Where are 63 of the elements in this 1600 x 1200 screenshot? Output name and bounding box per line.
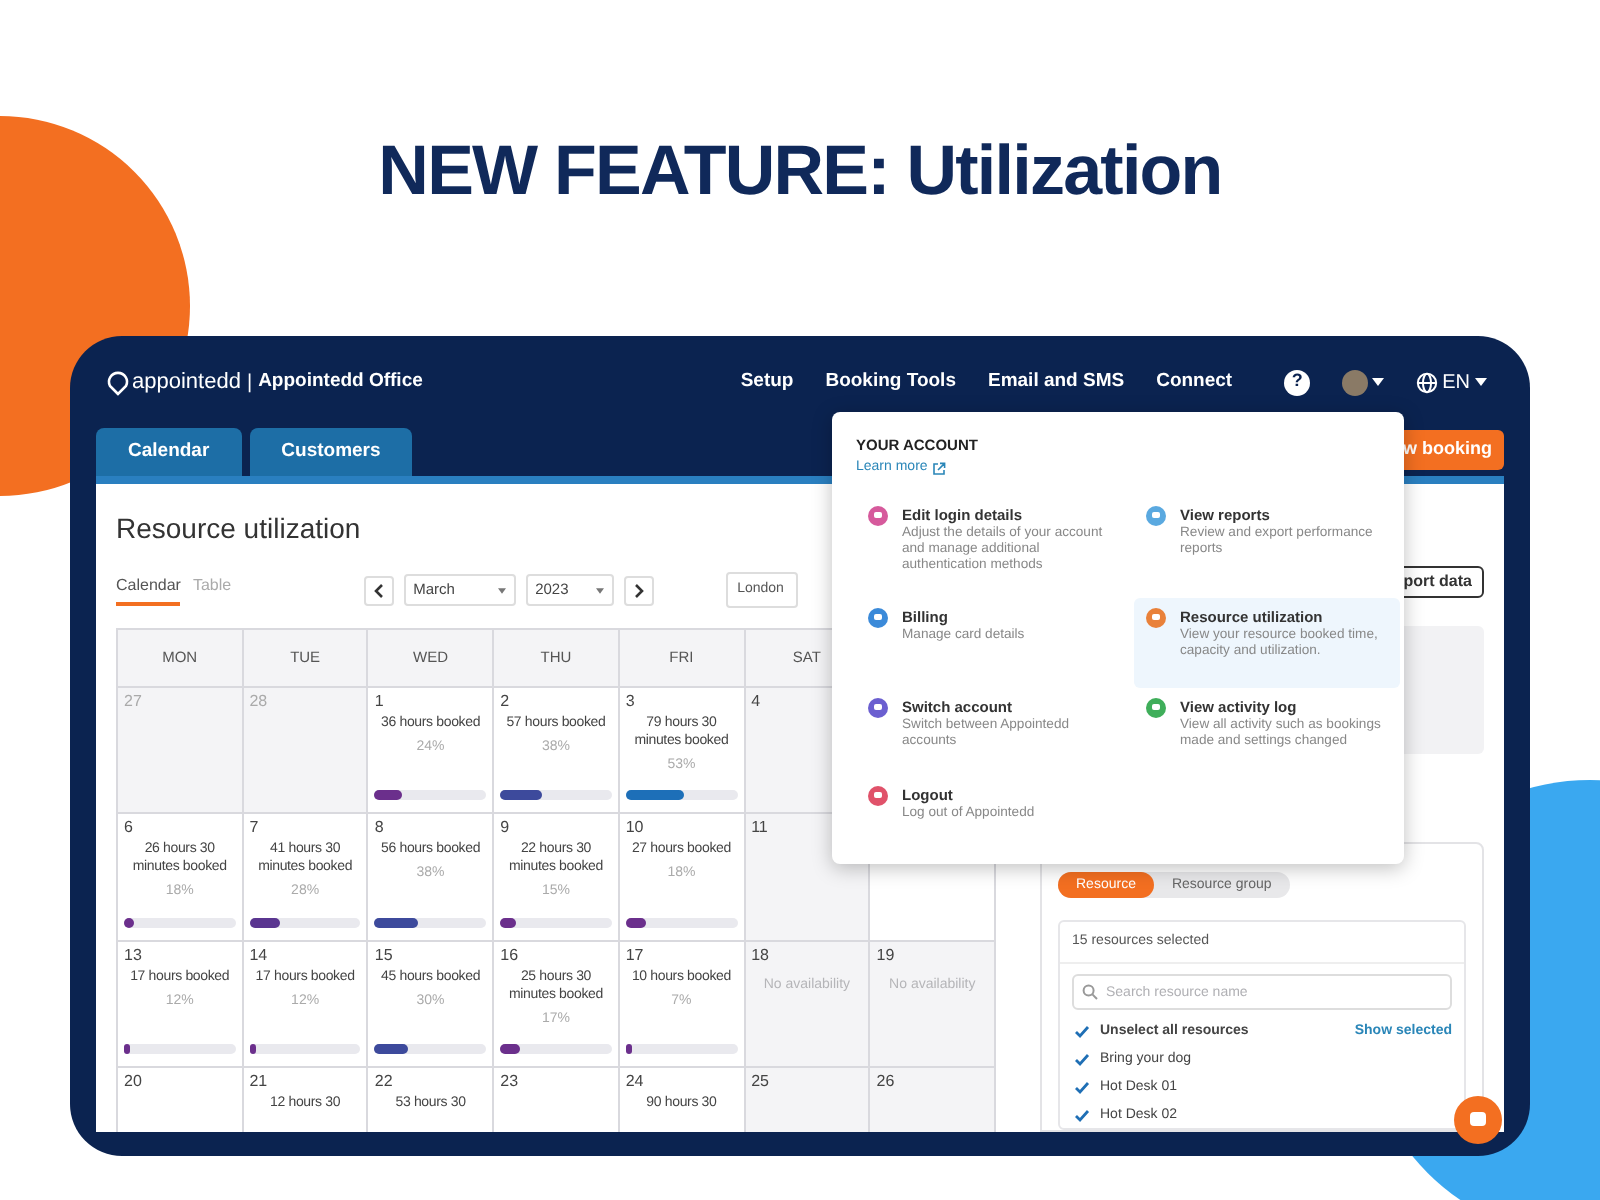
day-number: 22 [374,1074,393,1090]
day-number: 21 [249,1074,268,1090]
checkbox[interactable] [1072,1023,1090,1041]
caret-icon [497,587,506,593]
logo-separator: | [246,369,253,397]
day-number: 28 [249,694,268,710]
avatar-menu[interactable] [1342,369,1385,395]
day-number: 13 [124,948,142,964]
headline: NEW FEATURE: Utilization [378,129,1222,214]
main-tab[interactable]: Calendar [96,428,242,476]
view-tab[interactable]: Calendar [116,574,181,606]
globe-icon [1416,371,1439,393]
day-number: 10 [625,820,644,836]
day-number: 19 [876,948,895,964]
search-icon [1082,984,1098,1000]
day-number: 18 [751,948,769,964]
main-tab[interactable]: Customers [249,428,413,476]
day-number: 7 [249,820,259,836]
day-number: 25 [751,1074,769,1090]
chat-icon [1468,1110,1488,1130]
logo-icon [106,369,130,395]
caret-icon [1474,378,1488,386]
calendar-day[interactable]: 26 [870,1068,996,1132]
day-number: 24 [625,1074,644,1090]
next-button[interactable] [623,575,654,605]
day-number: 9 [500,820,510,836]
language-menu[interactable]: EN [1416,367,1488,397]
external-link-icon [931,462,946,476]
day-number: 16 [500,948,519,964]
day-number: 8 [374,820,384,836]
previous-button[interactable] [363,575,394,605]
caret-icon [595,587,604,593]
caret-icon [1372,378,1385,386]
day-number: 3 [625,694,635,710]
nav-link[interactable]: Connect [1156,367,1233,397]
chat-button[interactable] [1454,1096,1502,1144]
day-number: 27 [124,694,142,710]
checkbox[interactable] [1072,1079,1090,1097]
calendar-day[interactable]: 20 [118,1068,244,1132]
help-icon[interactable]: ? [1284,369,1311,395]
day-number: 1 [374,694,384,710]
day-number: 23 [500,1074,519,1090]
checkbox[interactable] [1072,1051,1090,1069]
day-number: 14 [249,948,268,964]
product-name: Appointedd Office [258,367,423,396]
calendar-day[interactable]: 25 [745,1068,871,1132]
day-number: 17 [625,948,644,964]
nav-link[interactable]: Email and SMS [987,367,1125,397]
page-title: Resource utilization [116,510,361,548]
avatar-icon [1342,369,1369,395]
day-number: 4 [751,694,761,710]
day-number: 11 [751,820,768,836]
day-number: 20 [124,1074,142,1090]
day-number: 6 [124,820,133,836]
chevron-right-icon [633,583,644,597]
logo-wordmark: appointedd [132,367,241,398]
day-number: 26 [876,1074,895,1090]
chevron-left-icon [373,583,384,597]
nav-link[interactable]: Booking Tools [825,367,956,397]
checkbox[interactable] [1072,1107,1090,1125]
nav-link[interactable]: Setup [740,367,794,397]
day-number: 2 [500,694,510,710]
day-number: 15 [374,948,393,964]
